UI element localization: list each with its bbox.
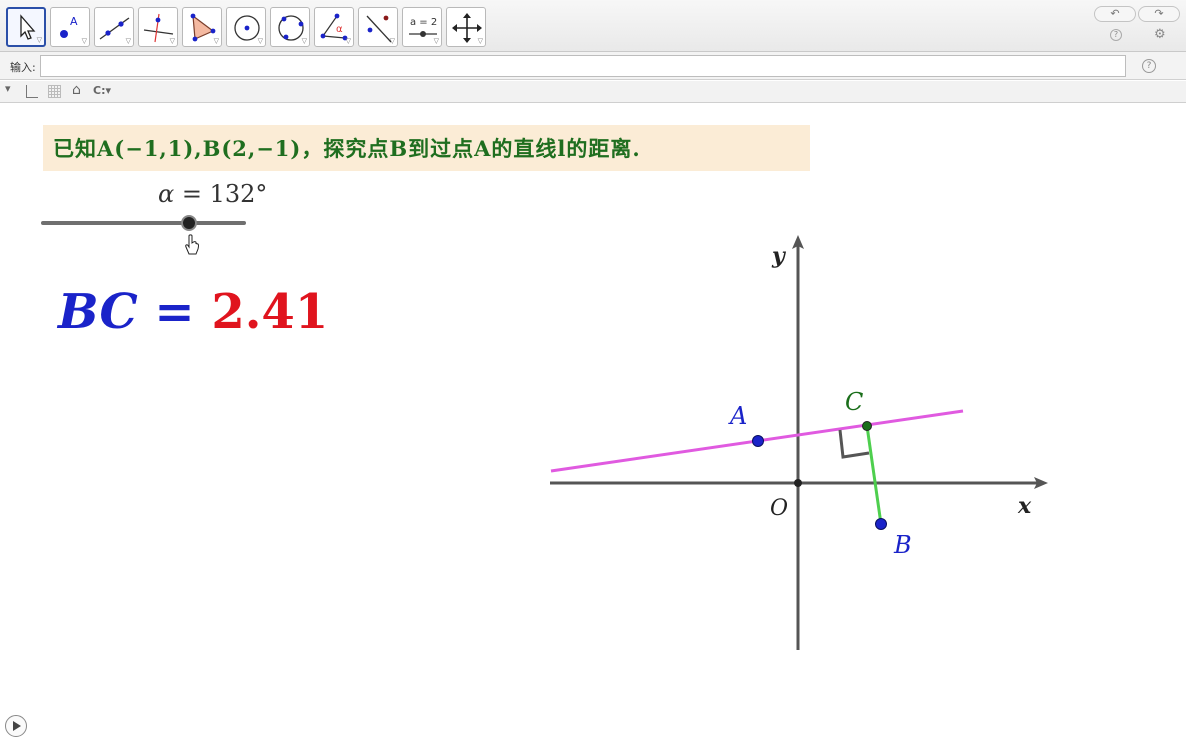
redo-icon: ↷	[1154, 7, 1164, 20]
perpendicular-line-tool-button[interactable]: ▽	[138, 7, 178, 47]
graphics-style-bar: ▾ ⌂ C:▾	[0, 81, 1186, 103]
capture-style-dropdown[interactable]: C:▾	[93, 84, 111, 97]
input-field[interactable]	[40, 55, 1126, 77]
main-toolbar: ▽ A ▽ ▽ ▽ ▽ ▽ ▽ α ▽ ▽ a = 2 ▽ ▽ ↶ ↷ ? ⚙	[0, 0, 1186, 52]
move-view-tool-button[interactable]: ▽	[446, 7, 486, 47]
angle-tool-glyph: α	[336, 24, 343, 35]
undo-button[interactable]: ↶	[1094, 6, 1136, 22]
angle-tool-button[interactable]: α ▽	[314, 7, 354, 47]
grid-toggle-icon[interactable]	[48, 85, 61, 98]
origin-point	[794, 479, 802, 487]
input-help-icon[interactable]: ?	[1142, 59, 1156, 73]
graphics-view[interactable]: 已知A(−1,1),B(2,−1)，探究点B到过点A的直线l的距离. α = 1…	[0, 104, 1186, 741]
y-axis-label: y	[771, 243, 787, 269]
point-b-label: B	[893, 531, 912, 559]
origin-label: O	[770, 496, 788, 521]
point-c-label: C	[845, 388, 863, 416]
circle-tool-button[interactable]: ▽	[226, 7, 266, 47]
point-c[interactable]	[862, 421, 872, 431]
point-a[interactable]	[752, 435, 764, 447]
slider-tool-button[interactable]: a = 2 ▽	[402, 7, 442, 47]
x-axis-label: x	[1017, 493, 1032, 519]
move-tool-button[interactable]: ▽	[6, 7, 46, 47]
reflect-tool-button[interactable]: ▽	[358, 7, 398, 47]
point-tool-button[interactable]: A ▽	[50, 7, 90, 47]
play-icon	[13, 721, 21, 731]
axes-toggle-icon[interactable]	[26, 85, 38, 98]
input-label: 输入:	[10, 61, 36, 74]
gear-icon[interactable]: ⚙	[1154, 27, 1166, 42]
play-animation-button[interactable]	[5, 715, 27, 737]
slider-tool-glyph: a = 2	[410, 17, 437, 28]
point-b[interactable]	[875, 518, 887, 530]
segment-bc[interactable]	[865, 425, 883, 525]
circle-three-points-tool-button[interactable]: ▽	[270, 7, 310, 47]
input-bar: 输入:	[0, 52, 1186, 80]
polygon-tool-button[interactable]: ▽	[182, 7, 222, 47]
coordinate-plot: x y O A B C	[550, 235, 1048, 650]
capture-style-label: C:	[93, 84, 106, 97]
help-icon[interactable]: ?	[1110, 29, 1122, 41]
home-icon[interactable]: ⌂	[72, 82, 81, 98]
line-tool-button[interactable]: ▽	[94, 7, 134, 47]
chevron-down-icon: ▾	[105, 84, 112, 97]
point-tool-glyph: A	[70, 15, 78, 28]
undo-icon: ↶	[1110, 7, 1120, 20]
view-menu-toggle-icon[interactable]: ▾	[5, 82, 11, 95]
right-angle-marker	[838, 429, 870, 459]
redo-button[interactable]: ↷	[1138, 6, 1180, 22]
point-a-label: A	[728, 402, 747, 430]
